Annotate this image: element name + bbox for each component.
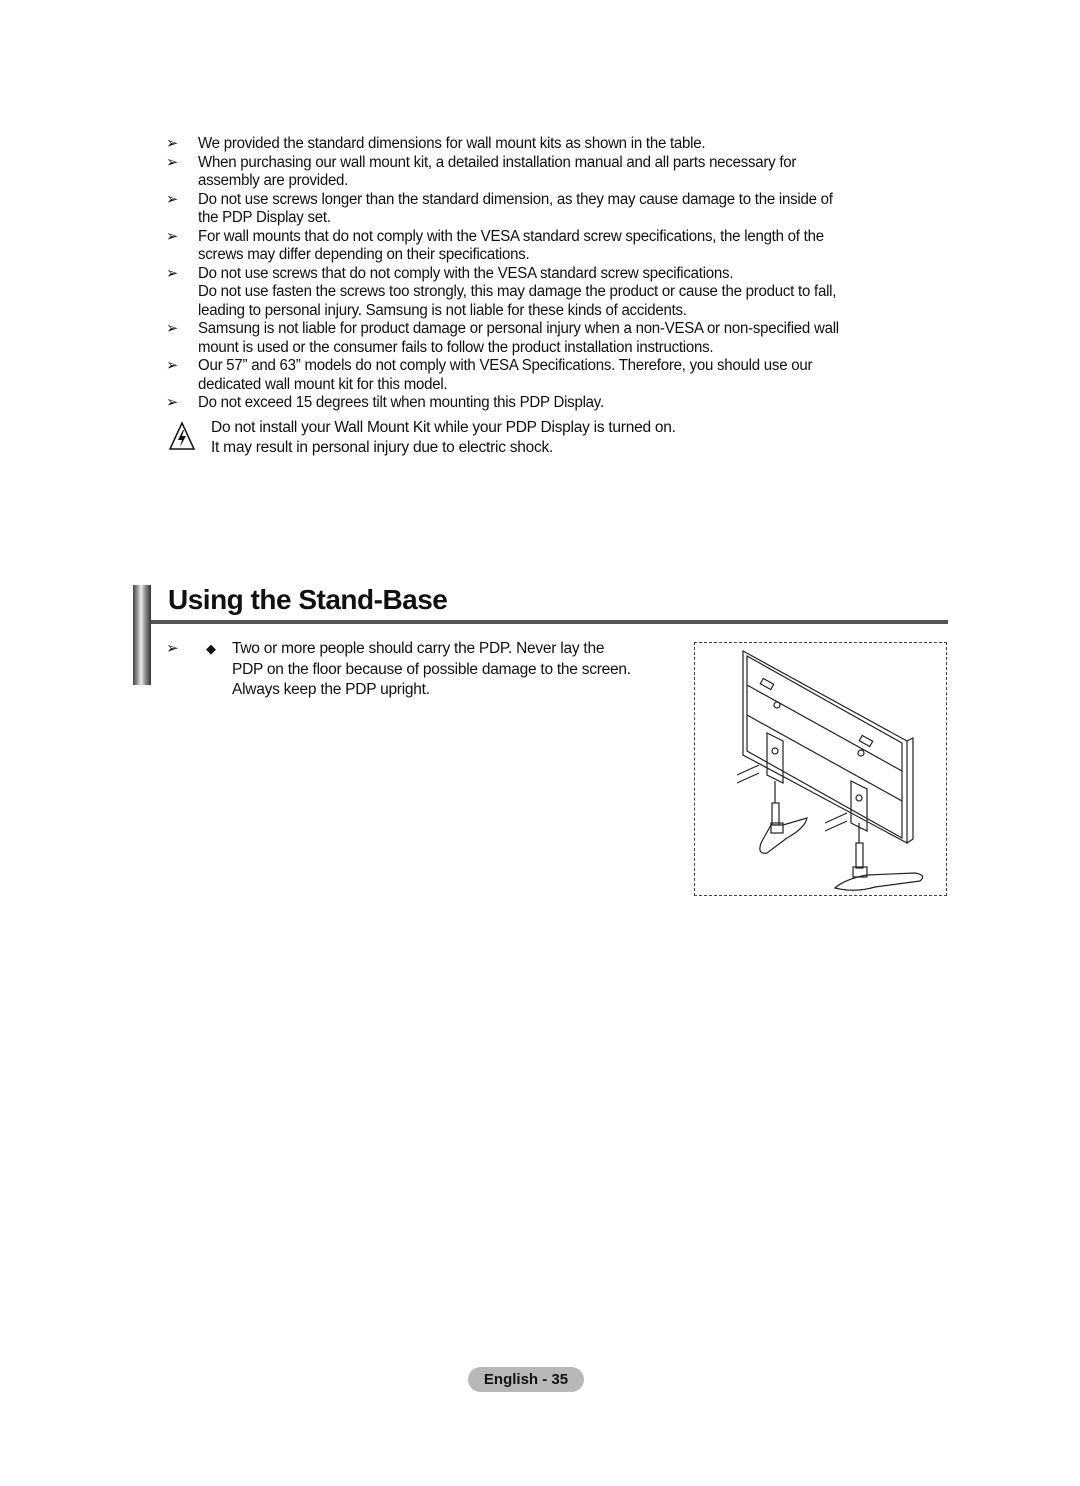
note-item: ➢ We provided the standard dimensions fo…	[166, 135, 932, 154]
stand-note-line: PDP on the floor because of possible dam…	[232, 660, 631, 678]
note-line: screws may differ depending on their spe…	[198, 246, 530, 263]
note-item: ➢ Do not use screws that do not comply w…	[166, 265, 932, 321]
note-line: assembly are provided.	[198, 172, 349, 189]
warning-line: It may result in personal injury due to …	[211, 438, 554, 456]
note-line: When purchasing our wall mount kit, a de…	[198, 153, 797, 171]
arrowhead-icon: ➢	[166, 640, 179, 657]
arrowhead-icon: ➢	[166, 153, 178, 171]
note-line: leading to personal injury. Samsung is n…	[198, 301, 687, 319]
section-title: Using the Stand-Base	[168, 584, 448, 615]
section-marker-bar	[133, 585, 151, 685]
note-item: ➢ Do not use screws longer than the stan…	[166, 191, 932, 228]
note-line: Do not use screws longer than the standa…	[198, 190, 833, 208]
note-line: For wall mounts that do not comply with …	[198, 227, 824, 245]
note-line: We provided the standard dimensions for …	[198, 135, 706, 152]
arrowhead-icon: ➢	[166, 135, 178, 152]
arrowhead-icon: ➢	[166, 394, 178, 411]
note-line: the PDP Display set.	[198, 209, 331, 226]
electric-shock-warning-icon	[168, 421, 196, 450]
note-line: Our 57” and 63” models do not comply wit…	[198, 357, 813, 374]
note-line: mount is used or the consumer fails to f…	[198, 338, 714, 356]
notes-list: ➢ We provided the standard dimensions fo…	[166, 135, 956, 413]
note-line: Do not use fasten the screws too strongl…	[198, 283, 837, 300]
stand-note-line: Two or more people should carry the PDP.…	[232, 640, 605, 657]
section-divider	[151, 620, 948, 624]
arrowhead-icon: ➢	[166, 320, 178, 337]
note-item: ➢ Our 57” and 63” models do not comply w…	[166, 357, 932, 394]
note-item: ➢ For wall mounts that do not comply wit…	[166, 228, 932, 265]
note-line: Do not exceed 15 degrees tilt when mount…	[198, 394, 604, 411]
note-line: dedicated wall mount kit for this model.	[198, 375, 448, 393]
stand-note-line: Always keep the PDP upright.	[232, 681, 430, 698]
arrowhead-icon: ➢	[166, 357, 178, 374]
stand-base-assembly-illustration	[736, 649, 924, 891]
arrowhead-icon: ➢	[166, 264, 178, 282]
note-item: ➢ When purchasing our wall mount kit, a …	[166, 154, 932, 191]
arrowhead-icon: ➢	[166, 227, 178, 245]
note-line: Do not use screws that do not comply wit…	[198, 264, 734, 282]
note-item: ➢ Samsung is not liable for product dama…	[166, 320, 932, 357]
page-number-badge: English - 35	[468, 1367, 584, 1392]
arrowhead-icon: ➢	[166, 190, 178, 208]
note-item: ➢ Do not exceed 15 degrees tilt when mou…	[166, 394, 932, 413]
diamond-icon: ◆	[206, 641, 216, 656]
warning-line: Do not install your Wall Mount Kit while…	[211, 419, 676, 436]
stand-base-figure	[694, 642, 947, 896]
note-line: Samsung is not liable for product damage…	[198, 320, 839, 337]
